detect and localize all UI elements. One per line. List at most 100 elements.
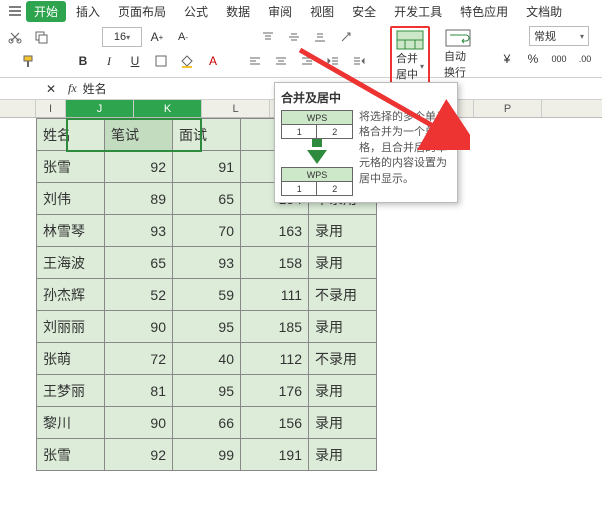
clipboard-group [4,26,52,72]
col-header-J[interactable]: J [66,100,134,117]
table-row[interactable]: 刘丽丽9095185录用 [37,311,377,343]
cell: 张萌 [37,343,105,375]
format-painter-icon[interactable] [17,50,39,72]
cell: 70 [173,215,241,247]
auto-wrap-button[interactable]: 自动换行 [440,26,476,82]
tab-review[interactable]: 审阅 [260,1,300,22]
cell: 王梦丽 [37,375,105,407]
number-format-group: 常规▾ ¥ % 000 .00 .0 [496,26,602,70]
cell: 81 [105,375,173,407]
tab-security[interactable]: 安全 [344,1,384,22]
cell: 52 [105,279,173,311]
align-middle-icon[interactable] [283,26,305,48]
cell: 65 [105,247,173,279]
fill-color-icon[interactable] [176,50,198,72]
number-format-select[interactable]: 常规▾ [529,26,589,46]
merge-center-button[interactable]: 合并居中▾ [390,26,430,86]
italic-icon[interactable]: I [98,50,120,72]
tab-special[interactable]: 特色应用 [452,1,516,22]
merge-cells-icon [396,30,424,50]
currency-icon[interactable]: ¥ [496,48,518,70]
bold-icon[interactable]: B [72,50,94,72]
tab-formula[interactable]: 公式 [176,1,216,22]
cell: 刘伟 [37,183,105,215]
cell: 65 [173,183,241,215]
cell: 黎川 [37,407,105,439]
table-row[interactable]: 林雪琴9370163录用 [37,215,377,247]
cut-icon[interactable] [4,26,26,48]
cell: 面试 [173,119,241,151]
cell: 王海波 [37,247,105,279]
decrease-font-icon[interactable]: A- [172,26,194,48]
col-header-L[interactable]: L [202,100,270,117]
table-row[interactable]: 黎川9066156录用 [37,407,377,439]
cell: 录用 [309,375,377,407]
align-top-icon[interactable] [257,26,279,48]
table-row[interactable]: 王梦丽8195176录用 [37,375,377,407]
indent-right-icon[interactable] [348,50,370,72]
tab-doc-assist[interactable]: 文档助 [518,1,570,22]
cell: 录用 [309,407,377,439]
cell: 89 [105,183,173,215]
tab-page-layout[interactable]: 页面布局 [110,1,174,22]
cell: 张雪 [37,439,105,471]
table-row[interactable]: 孙杰辉5259111不录用 [37,279,377,311]
cell: 林雪琴 [37,215,105,247]
align-left-icon[interactable] [244,50,266,72]
cell: 95 [173,311,241,343]
cell: 90 [105,311,173,343]
cell: 158 [241,247,309,279]
tab-view[interactable]: 视图 [302,1,342,22]
tab-insert[interactable]: 插入 [68,1,108,22]
increase-font-icon[interactable]: A+ [146,26,168,48]
increase-decimal-icon[interactable]: .00 [574,48,596,70]
tab-data[interactable]: 数据 [218,1,258,22]
cell: 99 [173,439,241,471]
tooltip-illustration: WPS 12 WPS 12 [281,110,353,196]
table-row[interactable]: 王海波6593158录用 [37,247,377,279]
percent-icon[interactable]: % [522,48,544,70]
col-header-I[interactable]: I [36,100,66,117]
border-icon[interactable] [150,50,172,72]
cell: 163 [241,215,309,247]
tab-start[interactable]: 开始 [26,1,66,22]
table-row[interactable]: 张萌7240112不录用 [37,343,377,375]
select-all-corner[interactable] [0,100,36,117]
thousands-icon[interactable]: 000 [548,48,570,70]
tab-dev[interactable]: 开发工具 [386,1,450,22]
align-bottom-icon[interactable] [309,26,331,48]
align-group [244,26,370,72]
cell: 93 [105,215,173,247]
align-right-icon[interactable] [296,50,318,72]
font-color-icon[interactable]: A [202,50,224,72]
indent-left-icon[interactable] [322,50,344,72]
cell: 录用 [309,215,377,247]
font-group: 16▾ A+ A- B I U A [72,26,224,72]
col-header-K[interactable]: K [134,100,202,117]
cell: 孙杰辉 [37,279,105,311]
font-size-select[interactable]: 16▾ [102,27,142,47]
cell: 191 [241,439,309,471]
cell: 92 [105,439,173,471]
copy-icon[interactable] [30,26,52,48]
underline-icon[interactable]: U [124,50,146,72]
cell: 91 [173,151,241,183]
auto-wrap-icon [444,28,472,48]
align-center-icon[interactable] [270,50,292,72]
fx-cancel-icon[interactable]: ✕ [40,78,62,100]
table-row[interactable]: 张雪9299191录用 [37,439,377,471]
cell: 156 [241,407,309,439]
cell: 112 [241,343,309,375]
orientation-icon[interactable] [335,26,357,48]
cell: 185 [241,311,309,343]
cell: 张雪 [37,151,105,183]
cell: 姓名 [37,119,105,151]
cell: 90 [105,407,173,439]
col-header-P[interactable]: P [474,100,542,117]
cell: 40 [173,343,241,375]
menu-icon[interactable] [6,2,24,20]
fx-icon[interactable]: fx [68,81,77,96]
formula-value[interactable]: 姓名 [83,80,107,97]
cell: 95 [173,375,241,407]
cell: 72 [105,343,173,375]
